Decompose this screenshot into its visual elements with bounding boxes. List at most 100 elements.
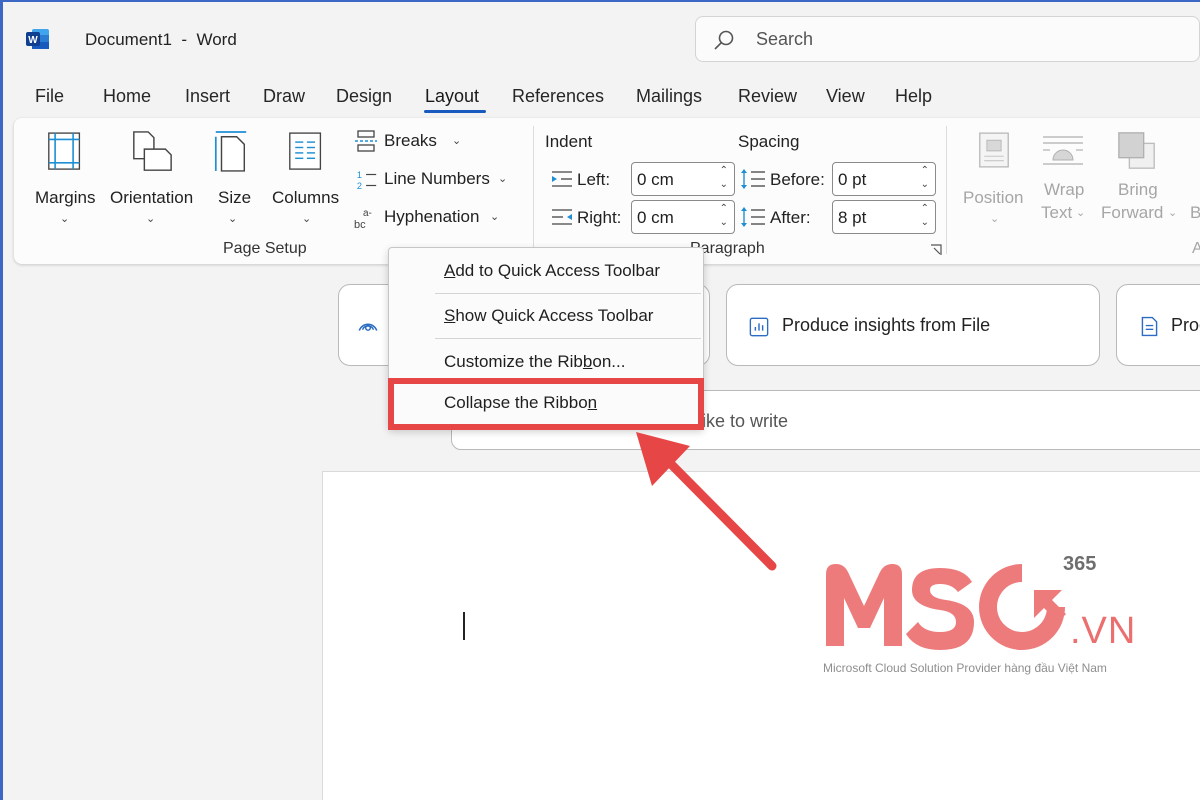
- wrap-text-button[interactable]: Wrap Text ⌄: [1036, 126, 1096, 230]
- indent-heading: Indent: [545, 132, 593, 151]
- bring-forward-label-line1: Bring: [1118, 180, 1158, 199]
- ribbon-panel: Margins ⌄ Orientation ⌄ Size ⌄ Columns ⌄…: [14, 118, 1200, 264]
- spacing-after-field[interactable]: 8 pt ⌃ ⌄: [832, 200, 936, 234]
- menu-item-label: dd to Quick Access Toolbar: [455, 261, 661, 280]
- spacing-before-field[interactable]: 0 pt ⌃ ⌄: [832, 162, 936, 196]
- chevron-down-icon: ⌄: [990, 213, 1000, 225]
- menu-item-add-to-quick-access[interactable]: Add to Quick Access Toolbar: [444, 261, 660, 281]
- dialog-launcher-icon[interactable]: [930, 244, 942, 256]
- spinner-arrows-icon[interactable]: ⌃ ⌄: [720, 202, 728, 230]
- menu-item-label: Customize the Ribbon...: [444, 352, 626, 371]
- svg-text:W: W: [28, 35, 38, 46]
- spacing-before-label: Before:: [770, 170, 825, 189]
- indent-right-icon: [552, 209, 572, 225]
- line-numbers-label: Line Numbers: [384, 169, 490, 188]
- svg-text:2: 2: [357, 181, 362, 191]
- indent-left-label: Left:: [577, 170, 611, 189]
- tab-file[interactable]: File: [35, 86, 64, 107]
- tab-draw[interactable]: Draw: [263, 86, 305, 107]
- orientation-icon: [133, 131, 172, 171]
- position-icon: [979, 132, 1009, 168]
- orientation-label: Orientation: [110, 188, 194, 207]
- margins-button[interactable]: Margins ⌄: [32, 126, 102, 226]
- margins-icon: [48, 132, 81, 170]
- word-logo-icon: W: [26, 29, 49, 49]
- menu-separator: [435, 338, 701, 339]
- svg-text:1: 1: [357, 170, 362, 180]
- mso-logo: [826, 564, 1066, 650]
- copilot-suggestion-card[interactable]: Produce insights from File: [726, 284, 1100, 366]
- bring-forward-label-line2: Forward: [1101, 203, 1164, 222]
- columns-icon: [289, 132, 322, 170]
- menu-separator: [435, 293, 701, 294]
- group-divider: [946, 126, 947, 254]
- spinner-arrows-icon[interactable]: ⌃ ⌄: [921, 202, 929, 230]
- group-divider: [533, 126, 534, 254]
- copilot-spark-icon: [358, 323, 378, 331]
- menu-item-show-quick-access[interactable]: Show Quick Access Toolbar: [444, 306, 653, 326]
- columns-label: Columns: [272, 188, 340, 207]
- wrap-text-label-line1: Wrap: [1044, 180, 1085, 199]
- indent-right-value: 0 cm: [637, 208, 674, 227]
- bring-forward-button[interactable]: Bring Forward ⌄: [1100, 126, 1180, 230]
- wrap-text-label-line2: Text: [1041, 203, 1073, 222]
- svg-text:bc: bc: [354, 219, 366, 230]
- chevron-down-icon: ⌄: [452, 135, 462, 147]
- tab-mailings[interactable]: Mailings: [636, 86, 702, 107]
- spacing-heading: Spacing: [738, 132, 800, 151]
- spinner-arrows-icon[interactable]: ⌃ ⌄: [720, 164, 728, 192]
- highlight-box: [388, 378, 704, 430]
- size-button[interactable]: Size ⌄: [210, 126, 258, 226]
- chevron-down-icon: ⌄: [302, 213, 312, 225]
- watermark-sup: 365: [1063, 553, 1097, 575]
- breaks-icon: [355, 130, 377, 152]
- text-cursor: [463, 612, 465, 640]
- title-bar: W Document1 - Word Search: [0, 0, 1200, 74]
- tab-home[interactable]: Home: [103, 86, 151, 107]
- document-title: Document1 - Word: [85, 30, 237, 49]
- spinner-arrows-icon[interactable]: ⌃ ⌄: [921, 164, 929, 192]
- watermark-tagline: Microsoft Cloud Solution Provider hàng đ…: [823, 661, 1107, 675]
- hyphenation-button[interactable]: a- bc Hyphenation ⌄: [354, 206, 514, 232]
- menu-item-customize-ribbon[interactable]: Customize the Ribbon...: [444, 352, 625, 372]
- document-icon: [1141, 316, 1158, 337]
- send-backward-label-fragment[interactable]: B: [1190, 203, 1200, 223]
- chevron-down-icon: ⌄: [1168, 207, 1178, 219]
- chart-icon: [749, 317, 769, 337]
- size-label: Size: [218, 188, 252, 207]
- copilot-suggestion-card[interactable]: Proc: [1116, 284, 1200, 366]
- hyphenation-icon: a- bc: [354, 208, 372, 230]
- tab-layout[interactable]: Layout: [425, 86, 479, 107]
- size-icon: [214, 131, 247, 172]
- chevron-down-icon: ⌄: [1076, 207, 1086, 219]
- tab-references[interactable]: References: [512, 86, 604, 107]
- svg-text:a-: a-: [363, 208, 372, 219]
- hyphenation-label: Hyphenation: [384, 207, 480, 226]
- indent-left-field[interactable]: 0 cm ⌃ ⌄: [631, 162, 735, 196]
- chevron-down-icon: ⌄: [498, 173, 508, 185]
- position-button[interactable]: Position ⌄: [958, 126, 1030, 230]
- indent-left-icon: [552, 171, 572, 187]
- breaks-button[interactable]: Breaks ⌄: [354, 130, 464, 156]
- columns-button[interactable]: Columns ⌄: [268, 126, 346, 226]
- indent-right-field[interactable]: 0 cm ⌃ ⌄: [631, 200, 735, 234]
- indent-right-label: Right:: [577, 208, 622, 227]
- spacing-after-label: After:: [770, 208, 811, 227]
- menu-item-label: how Quick Access Toolbar: [455, 306, 654, 325]
- spacing-after-value: 8 pt: [838, 208, 867, 227]
- line-numbers-icon: 1 2: [357, 170, 377, 191]
- tab-design[interactable]: Design: [336, 86, 392, 107]
- copilot-card-label: Proc: [1171, 315, 1200, 335]
- margins-label: Margins: [35, 188, 96, 207]
- line-numbers-button[interactable]: 1 2 Line Numbers ⌄: [354, 168, 514, 194]
- tab-insert[interactable]: Insert: [185, 86, 230, 107]
- search-box[interactable]: Search: [695, 16, 1200, 62]
- tab-view[interactable]: View: [826, 86, 865, 107]
- chevron-down-icon: ⌄: [490, 211, 500, 223]
- copilot-card-label: Produce insights from File: [782, 315, 991, 335]
- tab-help[interactable]: Help: [895, 86, 932, 107]
- tab-review[interactable]: Review: [738, 86, 797, 107]
- orientation-button[interactable]: Orientation ⌄: [108, 126, 200, 226]
- ribbon-tabs: File Home Insert Draw Design Layout Refe…: [0, 82, 1200, 114]
- copilot-prompt-placeholder: ike to write: [702, 411, 789, 431]
